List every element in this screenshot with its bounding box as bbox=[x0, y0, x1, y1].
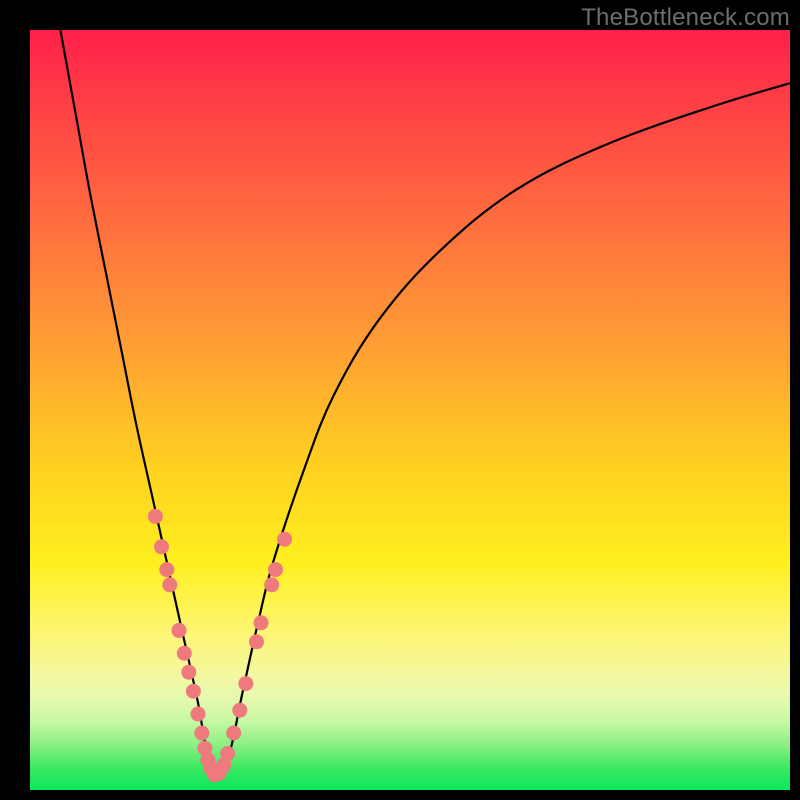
highlight-dot bbox=[220, 746, 235, 761]
highlight-dot bbox=[194, 726, 209, 741]
bottleneck-curve bbox=[60, 30, 790, 779]
highlight-dot bbox=[172, 623, 187, 638]
highlight-dot bbox=[159, 562, 174, 577]
highlight-dot bbox=[177, 646, 192, 661]
highlight-dot bbox=[186, 684, 201, 699]
highlight-dot bbox=[249, 634, 264, 649]
highlight-dot bbox=[181, 665, 196, 680]
highlight-dot bbox=[238, 676, 253, 691]
highlight-dot bbox=[254, 615, 269, 630]
highlight-dot bbox=[154, 539, 169, 554]
highlight-dot bbox=[148, 509, 163, 524]
highlight-dot bbox=[264, 577, 279, 592]
highlight-dot bbox=[232, 703, 247, 718]
highlight-dot bbox=[226, 726, 241, 741]
curve-layer bbox=[30, 30, 790, 790]
highlight-dot bbox=[162, 577, 177, 592]
highlight-dot bbox=[191, 707, 206, 722]
highlight-dot bbox=[268, 562, 283, 577]
plot-area bbox=[30, 30, 790, 790]
highlight-dot bbox=[277, 532, 292, 547]
highlight-dots bbox=[148, 509, 292, 782]
watermark-text: TheBottleneck.com bbox=[581, 4, 790, 32]
chart-frame: TheBottleneck.com bbox=[0, 0, 800, 800]
